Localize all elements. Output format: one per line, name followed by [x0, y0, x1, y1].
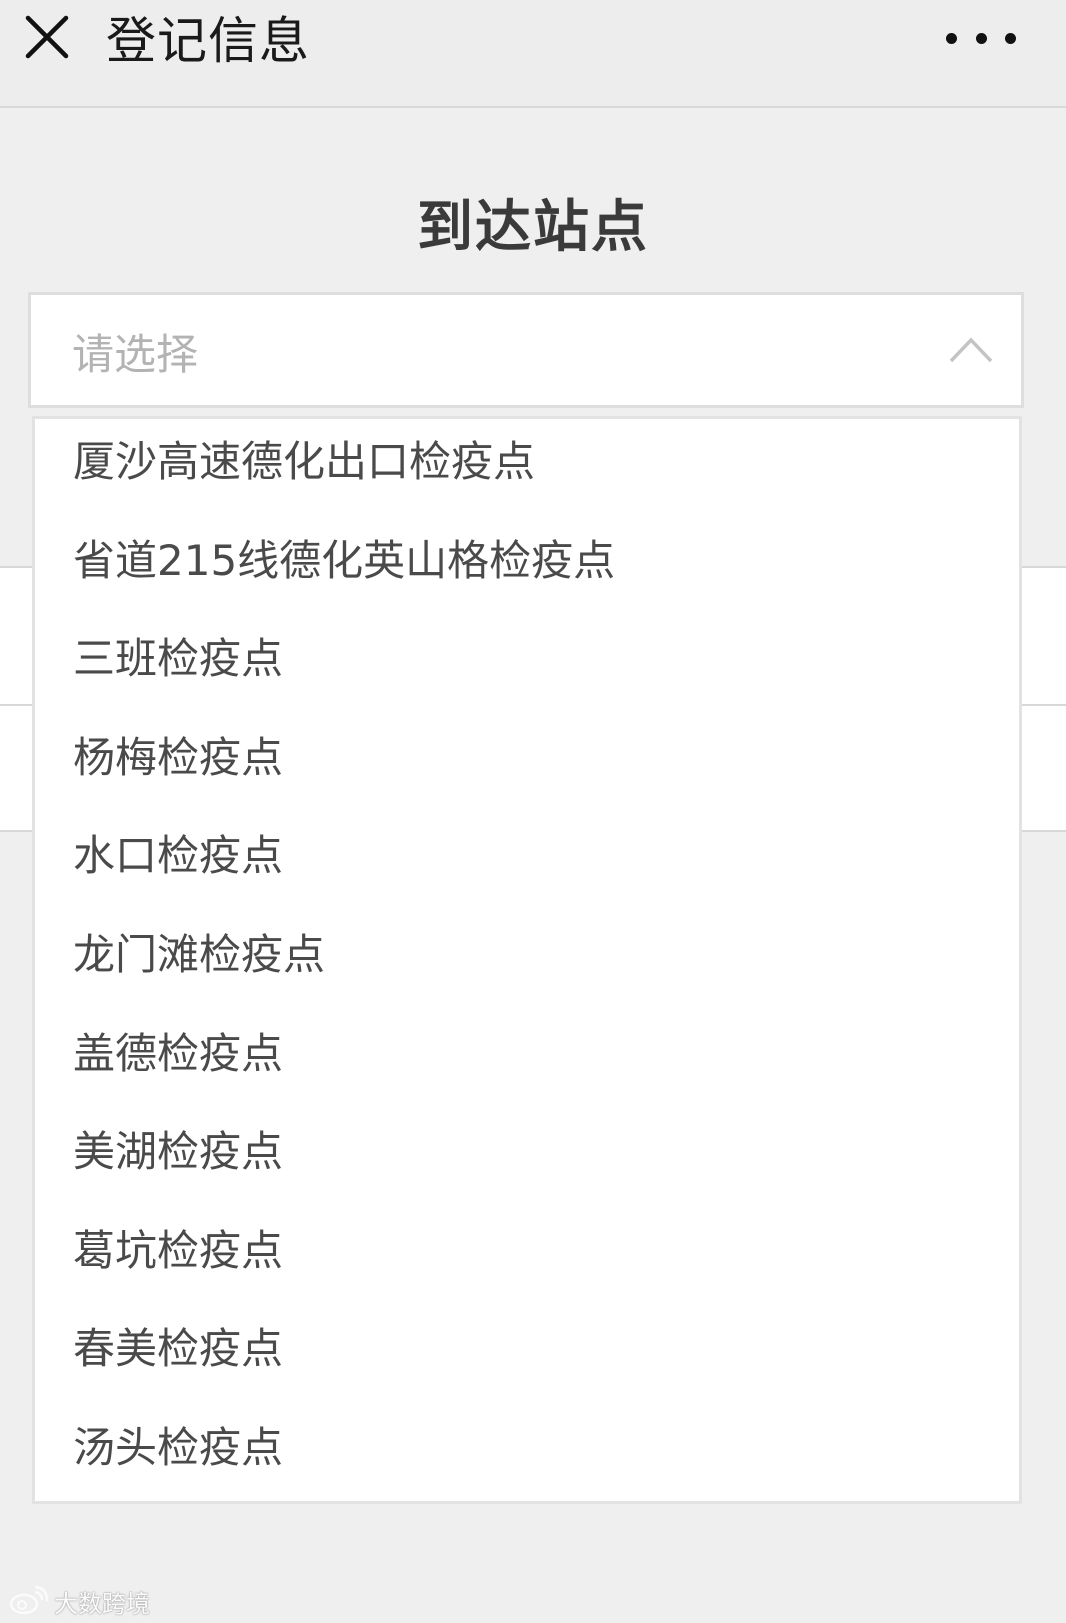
section-title: 到达站点	[417, 195, 649, 260]
dropdown-option[interactable]: 汤头检疫点	[35, 1405, 1019, 1501]
dropdown-list[interactable]: 厦沙高速德化出口检疫点 省道215线德化英山格检疫点 三班检疫点 杨梅检疫点 水口检疫点…	[32, 416, 1022, 1504]
close-icon	[25, 15, 69, 59]
dropdown-option[interactable]: 葛坑检疫点	[35, 1208, 1019, 1307]
more-icon-dot	[1005, 32, 1016, 44]
dropdown-option[interactable]: 杨梅检疫点	[35, 715, 1019, 814]
top-navbar: 登记信息	[0, 0, 1066, 108]
weibo-logo-icon	[9, 1586, 48, 1615]
watermark-text: 大数跨境	[54, 1589, 150, 1618]
dropdown-option[interactable]: 省道215线德化英山格检疫点	[35, 518, 1019, 617]
page-title: 登记信息	[106, 12, 310, 70]
more-button[interactable]	[946, 18, 1016, 58]
close-button[interactable]	[18, 8, 78, 68]
watermark: 大数跨境	[8, 1583, 150, 1619]
dropdown-option[interactable]: 春美检疫点	[35, 1306, 1019, 1405]
chevron-up-icon	[949, 337, 993, 363]
dropdown-option[interactable]: 龙门滩检疫点	[35, 912, 1019, 1011]
page: 登记信息 到达站点 请选择 厦沙高速德化出口检疫点 省道215线德化英山格检疫点三…	[0, 0, 1066, 1623]
dropdown-option[interactable]: 厦沙高速德化出口检疫点	[35, 419, 1019, 518]
dropdown-option[interactable]: 盖德检疫点	[35, 1011, 1019, 1110]
dropdown-option[interactable]: 水口检疫点	[35, 813, 1019, 912]
dropdown-option[interactable]: 美湖检疫点	[35, 1109, 1019, 1208]
more-icon-dot	[975, 32, 987, 44]
select-placeholder: 请选择	[72, 330, 199, 379]
station-select[interactable]: 请选择	[28, 292, 1024, 408]
more-icon	[946, 32, 957, 44]
dropdown-option[interactable]: 三班检疫点	[35, 616, 1019, 715]
